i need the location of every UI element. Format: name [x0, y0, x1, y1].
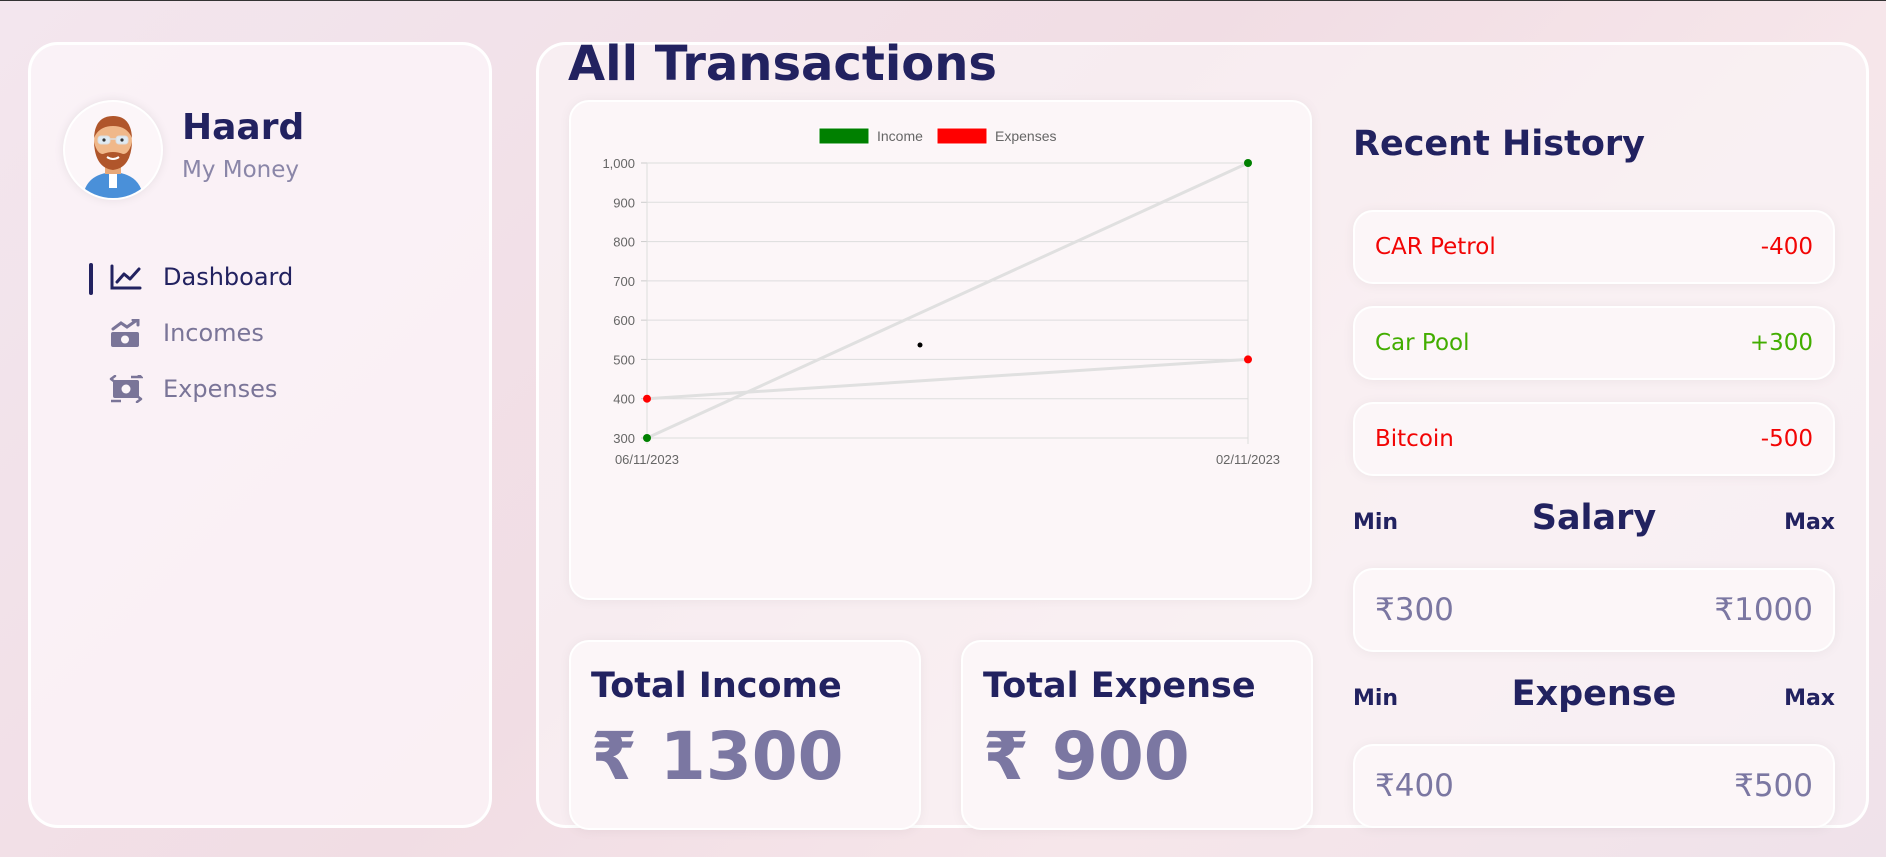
- y-tick-label: 600: [613, 313, 635, 328]
- data-point: [643, 434, 651, 442]
- legend-label: Expenses: [995, 128, 1056, 144]
- recent-history-title: Recent History: [1353, 124, 1645, 164]
- data-point: [1244, 355, 1252, 364]
- y-tick-label: 400: [613, 392, 635, 407]
- chart-center-dot: [917, 342, 923, 348]
- user-subtitle: My Money: [182, 157, 300, 183]
- salary-min-value: ₹300: [1375, 592, 1454, 628]
- avatar: [63, 100, 163, 200]
- transactions-chart: 1,000 900 800 700 600 500 400 300 06/11/2023 02/1…: [602, 127, 1280, 467]
- sidebar-item-label: Dashboard: [163, 263, 294, 291]
- y-tick-label: 800: [613, 235, 635, 250]
- x-tick-label: 02/11/2023: [1216, 452, 1280, 467]
- sidebar: Haard My Money Dashboard Incomes Expense…: [28, 42, 492, 828]
- y-tick-label: 900: [613, 195, 635, 210]
- data-point: [643, 394, 651, 403]
- sidebar-item-dashboard[interactable]: Dashboard: [59, 257, 359, 297]
- page-title: All Transactions: [568, 36, 997, 92]
- history-item: CAR Petrol -400: [1353, 210, 1835, 284]
- legend-swatch: [936, 127, 988, 145]
- data-point: [1244, 159, 1252, 167]
- user-name: Haard: [182, 107, 305, 148]
- money-exchange-icon: [109, 373, 145, 404]
- expense-min-value: ₹400: [1375, 768, 1454, 804]
- salary-range-header: Min Salary Max: [1353, 498, 1835, 544]
- history-item-name: Car Pool: [1375, 330, 1470, 356]
- salary-range-box: ₹300 ₹1000: [1353, 568, 1835, 652]
- y-tick-label: 1,000: [602, 156, 635, 171]
- total-expense-label: Total Expense: [983, 666, 1256, 706]
- money-trend-icon: [109, 318, 143, 347]
- history-item: Car Pool +300: [1353, 306, 1835, 380]
- history-item-name: CAR Petrol: [1375, 234, 1496, 260]
- history-item: Bitcoin -500: [1353, 402, 1835, 476]
- series-line: [646, 357, 1249, 401]
- legend-label: Income: [877, 128, 923, 144]
- salary-max-label: Max: [1784, 510, 1835, 535]
- sidebar-item-incomes[interactable]: Incomes: [59, 313, 359, 353]
- expense-max-label: Max: [1784, 686, 1835, 711]
- sidebar-item-label: Incomes: [163, 319, 264, 347]
- history-item-amount: -400: [1760, 234, 1813, 260]
- history-item-amount: -500: [1760, 426, 1813, 452]
- total-expense-value: ₹ 900: [983, 718, 1190, 795]
- avatar-illustration: [83, 116, 143, 198]
- expense-range-header: Min Expense Max: [1353, 674, 1835, 720]
- active-indicator: [89, 263, 93, 295]
- y-tick-label: 300: [613, 431, 635, 446]
- salary-max-value: ₹1000: [1714, 592, 1813, 628]
- expense-max-value: ₹500: [1734, 768, 1813, 804]
- total-income-card: Total Income ₹ 1300: [569, 640, 921, 830]
- chart-line-icon: [109, 263, 143, 291]
- total-expense-card: Total Expense ₹ 900: [961, 640, 1313, 830]
- y-tick-label: 500: [613, 352, 635, 367]
- salary-title: Salary: [1531, 498, 1657, 538]
- history-item-amount: +300: [1749, 330, 1813, 356]
- series-line: [646, 161, 1249, 440]
- transactions-chart-card: 1,000 900 800 700 600 500 400 300 06/11/2023 02/1…: [569, 100, 1312, 600]
- history-item-name: Bitcoin: [1375, 426, 1454, 452]
- sidebar-item-expenses[interactable]: Expenses: [59, 369, 359, 409]
- total-income-label: Total Income: [591, 666, 842, 706]
- sidebar-item-label: Expenses: [163, 375, 278, 403]
- total-income-value: ₹ 1300: [591, 718, 844, 795]
- window-top-border: [0, 0, 1886, 1]
- expense-range-box: ₹400 ₹500: [1353, 744, 1835, 828]
- y-tick-label: 700: [613, 274, 635, 289]
- x-tick-label: 06/11/2023: [615, 452, 679, 467]
- expense-title: Expense: [1511, 674, 1677, 714]
- legend-swatch: [818, 127, 870, 145]
